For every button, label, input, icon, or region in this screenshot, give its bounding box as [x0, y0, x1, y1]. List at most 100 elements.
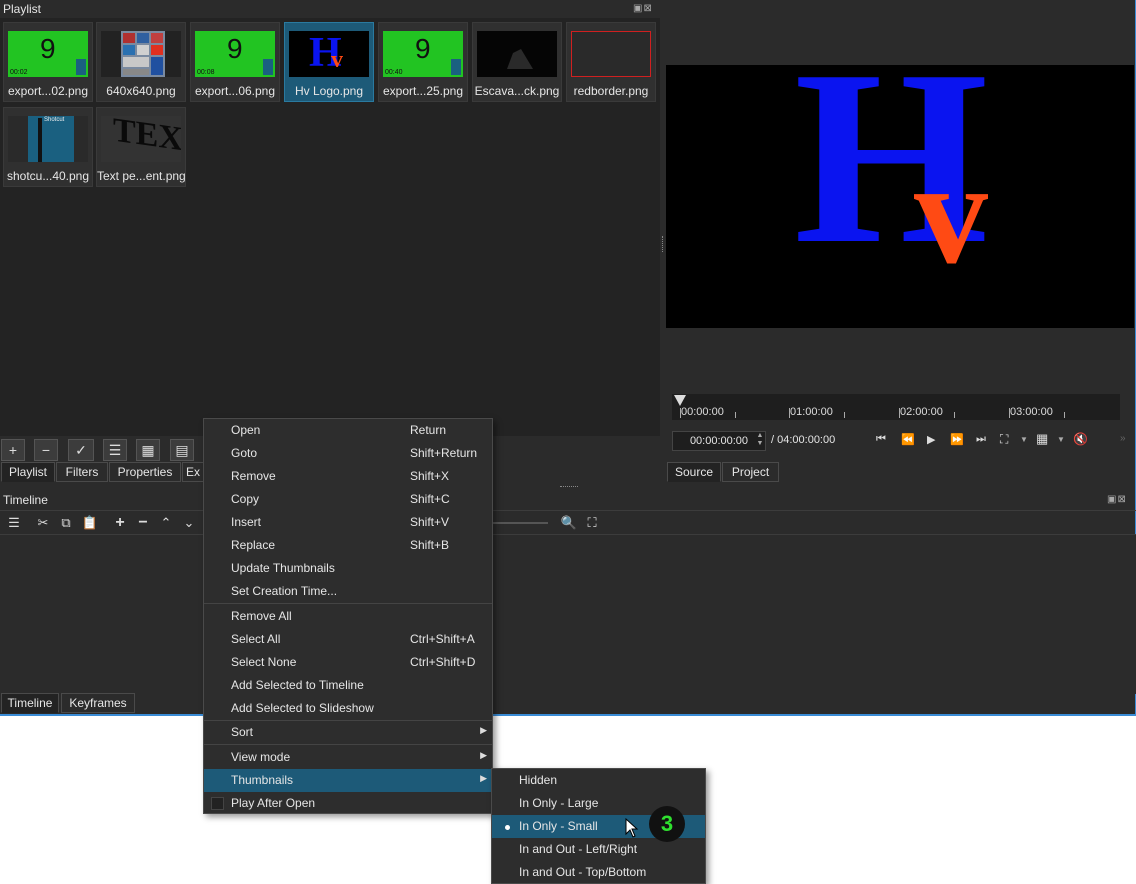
menu-item-remove[interactable]: Remove Shift+X — [204, 465, 492, 488]
menu-item-open[interactable]: Open Return — [204, 419, 492, 442]
thumbnail-timecode: 00:40 — [385, 69, 403, 76]
playlist-item-caption: Escava...ck.png — [474, 84, 560, 98]
tab-filters[interactable]: Filters — [56, 462, 108, 482]
skip-previous-icon[interactable]: ⏮ — [876, 433, 886, 446]
fast-forward-icon[interactable]: ⏩ — [950, 433, 964, 446]
copy-icon[interactable]: ⧉ — [56, 512, 76, 534]
play-icon[interactable]: ▶ — [927, 433, 935, 446]
remove-icon[interactable]: − — [34, 439, 58, 461]
total-duration: / 04:00:00:00 — [771, 434, 836, 446]
submenu-item-hidden[interactable]: Hidden — [492, 769, 705, 792]
playlist-item-caption: shotcu...40.png — [6, 169, 90, 183]
skip-next-icon[interactable]: ⏭ — [976, 433, 986, 446]
ruler-label: 02:00:00 — [900, 406, 943, 418]
more-icon[interactable]: » — [1120, 433, 1126, 444]
timeline-dock-title: Timeline — [3, 493, 48, 507]
playlist-item[interactable]: 9 00:02 export...02.png — [3, 22, 93, 102]
menu-item-goto[interactable]: Goto Shift+Return — [204, 442, 492, 465]
menu-item-view-mode[interactable]: View mode ▶ — [204, 746, 492, 769]
menu-item-select-none[interactable]: Select None Ctrl+Shift+D — [204, 651, 492, 674]
submenu-item-in-and-out-top-bottom[interactable]: In and Out - Top/Bottom — [492, 861, 705, 884]
playlist-item[interactable]: Escava...ck.png — [472, 22, 562, 102]
playlist-dock-float-close-icon[interactable]: ▣⊠ — [633, 3, 653, 14]
countdown-digit: 9 — [227, 33, 243, 64]
menu-icon[interactable]: ☰ — [4, 512, 24, 534]
menu-item-insert[interactable]: Insert Shift+V — [204, 511, 492, 534]
playlist-dock-title: Playlist — [3, 2, 42, 16]
splitter-handle-icon[interactable] — [662, 236, 665, 252]
thumbnail-text: TEXT — [113, 116, 181, 162]
menu-item-copy[interactable]: Copy Shift+C — [204, 488, 492, 511]
zoom-fit-timeline-icon[interactable]: ⛶ — [582, 512, 602, 534]
add-icon[interactable]: + — [1, 439, 25, 461]
playlist-item-caption: Hv Logo.png — [294, 84, 364, 98]
paste-icon[interactable]: 📋 — [80, 512, 100, 534]
playlist-item-selected[interactable]: H v Hv Logo.png — [284, 22, 374, 102]
append-icon[interactable]: + — [110, 512, 130, 534]
tab-properties[interactable]: Properties — [109, 462, 181, 482]
countdown-digit: 9 — [40, 33, 56, 64]
tab-source[interactable]: Source — [667, 462, 721, 482]
playlist-item[interactable]: 640x640.png — [96, 22, 186, 102]
tab-project[interactable]: Project — [722, 462, 779, 482]
ripple-delete-icon[interactable]: − — [133, 512, 153, 534]
ruler-label: 03:00:00 — [1010, 406, 1053, 418]
radio-selected-icon — [505, 825, 510, 830]
rewind-icon[interactable]: ⏪ — [901, 433, 915, 446]
playlist-context-menu: Open Return Goto Shift+Return Remove Shift+… — [203, 418, 493, 814]
zoom-in-icon[interactable]: 🔍 — [559, 512, 579, 534]
chevron-down-icon[interactable]: ▼ — [1020, 435, 1028, 444]
playlist-item-caption: redborder.png — [573, 84, 649, 98]
chevron-down-icon[interactable]: ▼ — [1057, 435, 1065, 444]
details-view-icon[interactable]: ☰ — [103, 439, 127, 461]
timecode-spinner-icon[interactable]: ▲ ▼ — [754, 432, 766, 450]
timeline-tracks-area[interactable] — [0, 534, 1136, 694]
thumbnail-timecode: 00:02 — [10, 69, 28, 76]
playlist-item[interactable]: TEXT Text pe...ent.png — [96, 107, 186, 187]
step-badge: 3 — [649, 806, 685, 842]
playlist-item[interactable]: 9 00:08 export...06.png — [190, 22, 280, 102]
overwrite-icon[interactable]: ⌄ — [179, 512, 199, 534]
timeline-ruler[interactable]: 00:00:00 01:00:00 02:00:00 03:00:00 — [672, 394, 1120, 420]
update-check-icon[interactable]: ✓ — [68, 439, 94, 461]
video-viewer[interactable]: H v — [666, 65, 1134, 328]
menu-item-play-after-open[interactable]: Play After Open — [204, 792, 492, 815]
lift-icon[interactable]: ⌃ — [156, 512, 176, 534]
menu-item-set-creation-time[interactable]: Set Creation Time... — [204, 580, 492, 603]
playlist-item[interactable]: redborder.png — [566, 22, 656, 102]
menu-item-update-thumbnails[interactable]: Update Thumbnails — [204, 557, 492, 580]
icons-view-icon[interactable]: ▤ — [170, 439, 194, 461]
playlist-item-caption: export...25.png — [382, 84, 464, 98]
timeline-tab-bar: Timeline Keyframes — [0, 693, 140, 713]
viewer-tab-bar: Source Project — [667, 462, 787, 482]
splitter-handle-icon[interactable] — [560, 486, 578, 489]
tab-timeline[interactable]: Timeline — [1, 693, 59, 713]
playlist-grid: 9 00:02 export...02.png 640x640.png 9 00… — [0, 18, 660, 436]
menu-item-remove-all[interactable]: Remove All — [204, 605, 492, 628]
chevron-right-icon: ▶ — [480, 773, 487, 783]
logo-letter: v — [331, 47, 343, 73]
menu-item-add-selected-to-slideshow[interactable]: Add Selected to Slideshow — [204, 697, 492, 720]
mute-icon[interactable]: 🔇 — [1073, 432, 1088, 446]
zoom-fit-icon[interactable]: ⛶ — [1000, 432, 1008, 447]
logo-letter-v: v — [914, 131, 988, 295]
menu-item-add-selected-to-timeline[interactable]: Add Selected to Timeline — [204, 674, 492, 697]
playlist-item-caption: Text pe...ent.png — [97, 169, 186, 183]
playlist-item[interactable]: Shotcut shotcu...40.png — [3, 107, 93, 187]
playlist-item[interactable]: 9 00:40 export...25.png — [378, 22, 468, 102]
timeline-dock-float-close-icon[interactable]: ▣⊠ — [1107, 494, 1127, 505]
tab-playlist[interactable]: Playlist — [1, 462, 55, 482]
tiles-view-icon[interactable]: ▦ — [136, 439, 160, 461]
menu-item-thumbnails[interactable]: Thumbnails ▶ — [204, 769, 492, 792]
grid-icon[interactable]: ▦ — [1036, 431, 1048, 447]
menu-item-sort[interactable]: Sort ▶ — [204, 721, 492, 744]
cut-icon[interactable]: ✂ — [33, 512, 53, 534]
menu-item-replace[interactable]: Replace Shift+B — [204, 534, 492, 557]
tab-export[interactable]: Ex — [182, 462, 204, 482]
menu-item-select-all[interactable]: Select All Ctrl+Shift+A — [204, 628, 492, 651]
ruler-label: 00:00:00 — [681, 406, 724, 418]
checkbox[interactable] — [211, 797, 224, 810]
tab-keyframes[interactable]: Keyframes — [61, 693, 135, 713]
current-timecode-field[interactable]: 00:00:00:00 — [672, 431, 766, 451]
submenu-item-in-and-out-left-right[interactable]: In and Out - Left/Right — [492, 838, 705, 861]
